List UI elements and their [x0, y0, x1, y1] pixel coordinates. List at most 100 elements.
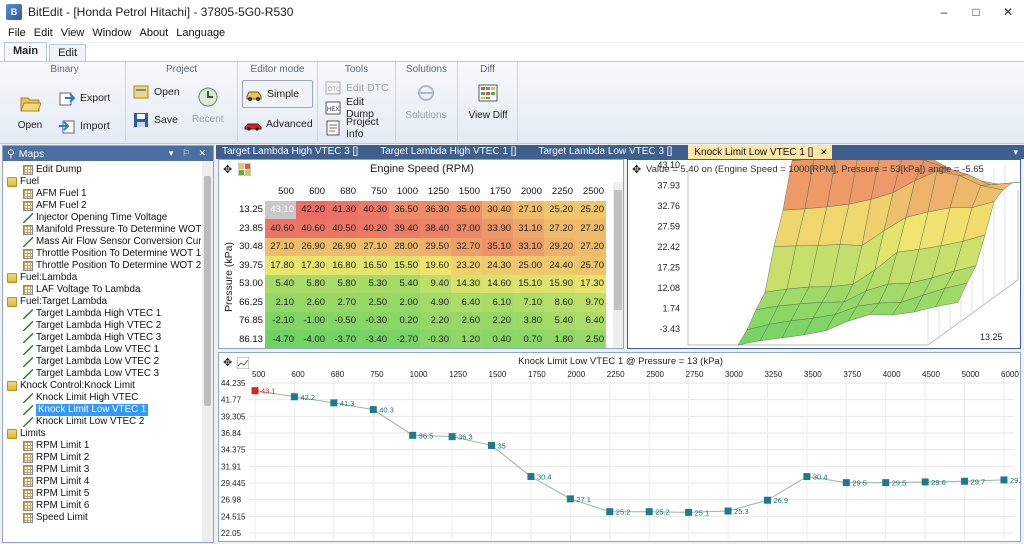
- grid-cell[interactable]: 30.40: [482, 200, 513, 219]
- tree-item-knock-limit-low-vtec-2[interactable]: Knock Limit Low VTEC 2: [3, 416, 201, 428]
- grid-cell[interactable]: 0.40: [482, 330, 513, 348]
- tree-item-target-lambda-low-vtec-3[interactable]: Target Lambda Low VTEC 3: [3, 368, 201, 380]
- tree-item-rpm-limit-1[interactable]: RPM Limit 1: [3, 440, 201, 452]
- grid-cell[interactable]: 5.40: [389, 274, 420, 293]
- grid-cell[interactable]: 23.20: [451, 256, 482, 275]
- grid-cell[interactable]: 24.30: [482, 256, 513, 275]
- grid-cell[interactable]: 27.10: [513, 200, 544, 219]
- chart-point[interactable]: [566, 495, 574, 503]
- grid-cell[interactable]: 17.30: [296, 256, 327, 275]
- tree-item-knock-limit-low-vtec-1[interactable]: Knock Limit Low VTEC 1: [3, 404, 201, 416]
- grid-cell[interactable]: 35.10: [482, 237, 513, 256]
- grid-cell[interactable]: 31.10: [513, 219, 544, 238]
- maps-scrollbar[interactable]: [202, 162, 213, 542]
- tree-item-afm-fuel-2[interactable]: AFM Fuel 2: [3, 200, 201, 212]
- chart-point[interactable]: [369, 406, 377, 414]
- menu-file[interactable]: File: [4, 27, 30, 39]
- chart-point[interactable]: [330, 399, 338, 407]
- chart-point[interactable]: [448, 433, 456, 441]
- grid-cell[interactable]: 5.30: [358, 274, 389, 293]
- grid-cell[interactable]: 17.80: [265, 256, 296, 275]
- grid-cell[interactable]: 5.80: [327, 274, 358, 293]
- grid-cell[interactable]: 40.60: [265, 219, 296, 238]
- grid-cell[interactable]: 2.50: [358, 293, 389, 312]
- tree-item-target-lambda-high-vtec-2[interactable]: Target Lambda High VTEC 2: [3, 320, 201, 332]
- grid-cell[interactable]: 40.50: [327, 219, 358, 238]
- grid-cell[interactable]: 26.90: [327, 237, 358, 256]
- view-diff-button[interactable]: View Diff: [462, 78, 514, 121]
- chart-point[interactable]: [409, 431, 417, 439]
- tree-item-target-lambda-low-vtec-1[interactable]: Target Lambda Low VTEC 1: [3, 344, 201, 356]
- tree-item-target-lambda-high-vtec-3[interactable]: Target Lambda High VTEC 3: [3, 332, 201, 344]
- solutions-button[interactable]: Solutions: [400, 78, 452, 121]
- grid-cell[interactable]: 0.20: [389, 311, 420, 330]
- grid-cell[interactable]: 16.50: [358, 256, 389, 275]
- line-chart[interactable]: 44.235 41.77 39.305 36.84 34.375 31.91 29.445 2…: [219, 353, 1021, 542]
- grid-row-header[interactable]: 13.25: [237, 200, 265, 219]
- close-tab-icon[interactable]: ✕: [820, 147, 828, 157]
- grid-cell[interactable]: 33.10: [513, 237, 544, 256]
- grid-cell[interactable]: 2.70: [327, 293, 358, 312]
- grid-cell[interactable]: 35.00: [451, 200, 482, 219]
- tree-item-rpm-limit-3[interactable]: RPM Limit 3: [3, 464, 201, 476]
- tree-item-knock-control-knock-limit[interactable]: Knock Control:Knock Limit: [3, 380, 201, 392]
- heatmap-table[interactable]: 500 600 680 750 1000 1250 1500 1750 2000 2250 2500…: [237, 182, 606, 348]
- chart-point[interactable]: [606, 508, 614, 516]
- maps-scroll-thumb[interactable]: [204, 176, 211, 406]
- grid-column-header[interactable]: 500: [265, 182, 296, 201]
- grid-cell[interactable]: 32.70: [451, 237, 482, 256]
- export-button[interactable]: Export: [56, 86, 112, 110]
- grid-cell[interactable]: 27.20: [575, 219, 606, 238]
- grid-cell[interactable]: 14.60: [482, 274, 513, 293]
- grid-cell[interactable]: 3.80: [513, 311, 544, 330]
- tree-item-throttle-position-to-determine-wot-2[interactable]: Throttle Position To Determine WOT 2: [3, 260, 201, 272]
- grid-cell[interactable]: 2.60: [296, 293, 327, 312]
- grid-cell[interactable]: -4.70: [265, 330, 296, 348]
- chart-point[interactable]: [1000, 476, 1008, 484]
- grid-cell[interactable]: 39.40: [389, 219, 420, 238]
- grid-column-header[interactable]: 1750: [482, 182, 513, 201]
- heatmap-icon[interactable]: [238, 162, 252, 176]
- tree-item-mass-air-flow-sensor-conversion-curve[interactable]: Mass Air Flow Sensor Conversion Curve: [3, 236, 201, 248]
- edit-dtc-button[interactable]: DTC Edit DTC: [322, 78, 391, 98]
- grid-cell[interactable]: -2.70: [389, 330, 420, 348]
- grid-cell[interactable]: 24.40: [544, 256, 575, 275]
- grid-cell[interactable]: 27.20: [544, 219, 575, 238]
- advanced-mode-button[interactable]: Advanced: [242, 112, 313, 136]
- grid-cell[interactable]: 6.40: [451, 293, 482, 312]
- grid-column-header[interactable]: 2500: [575, 182, 606, 201]
- chart-point[interactable]: [882, 479, 890, 487]
- grid-cell[interactable]: -0.30: [420, 330, 451, 348]
- tree-item-rpm-limit-4[interactable]: RPM Limit 4: [3, 476, 201, 488]
- grid-cell[interactable]: 25.00: [513, 256, 544, 275]
- grid-column-header[interactable]: 1250: [420, 182, 451, 201]
- grid-cell[interactable]: 2.20: [420, 311, 451, 330]
- grid-cell[interactable]: 19.60: [420, 256, 451, 275]
- grid-cell[interactable]: -0.50: [327, 311, 358, 330]
- chart-point[interactable]: [961, 477, 969, 485]
- doc-tab-knock-limit-low-vtec-1[interactable]: Knock Limit Low VTEC 1 [] ✕: [688, 145, 832, 159]
- close-button[interactable]: ✕: [992, 0, 1024, 24]
- grid-cell[interactable]: 37.00: [451, 219, 482, 238]
- tree-item-limits[interactable]: Limits: [3, 428, 201, 440]
- minimize-button[interactable]: –: [928, 0, 960, 24]
- ribbon-tab-main[interactable]: Main: [4, 42, 48, 61]
- grid-column-header[interactable]: 600: [296, 182, 327, 201]
- grid-column-header[interactable]: 1000: [389, 182, 420, 201]
- chart-point[interactable]: [724, 507, 732, 515]
- menu-window[interactable]: Window: [88, 27, 135, 39]
- tree-item-knock-limit-high-vtec[interactable]: Knock Limit High VTEC: [3, 392, 201, 404]
- grid-scrollbar[interactable]: [613, 182, 623, 348]
- grid-cell[interactable]: 40.60: [296, 219, 327, 238]
- grid-cell[interactable]: -2.10: [265, 311, 296, 330]
- binary-open-button[interactable]: Open: [8, 78, 52, 138]
- chart-point[interactable]: [921, 478, 929, 486]
- grid-cell[interactable]: 8.60: [544, 293, 575, 312]
- grid-cell[interactable]: 41.30: [327, 200, 358, 219]
- grid-cell[interactable]: 36.30: [420, 200, 451, 219]
- chart-point[interactable]: [290, 393, 298, 401]
- grid-cell[interactable]: 40.20: [358, 219, 389, 238]
- grid-cell[interactable]: 2.60: [451, 311, 482, 330]
- menu-about[interactable]: About: [135, 27, 172, 39]
- grid-cell[interactable]: 6.10: [482, 293, 513, 312]
